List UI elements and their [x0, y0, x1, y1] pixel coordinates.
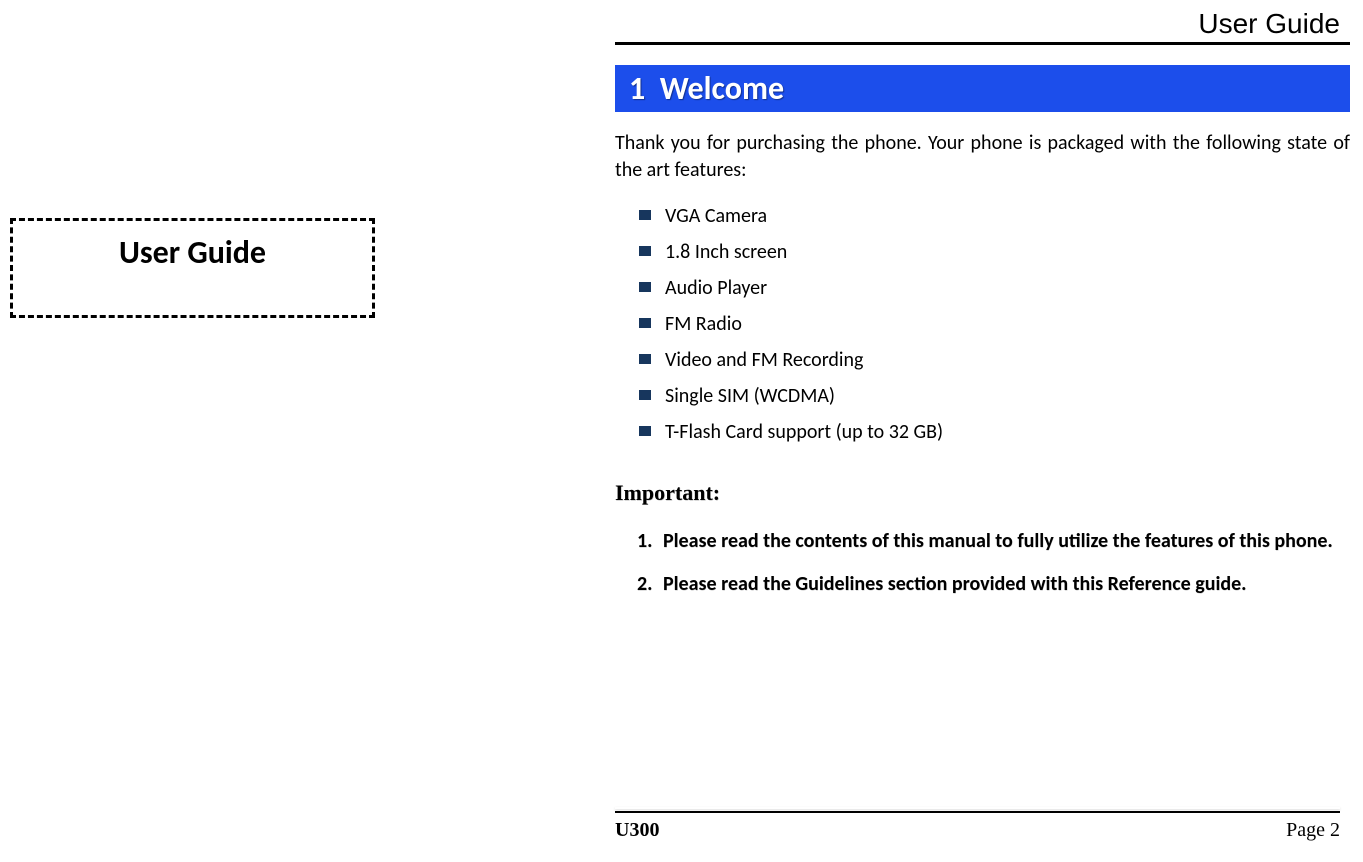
- list-item: T-Flash Card support (up to 32 GB): [665, 414, 1350, 450]
- section-heading: 1 Welcome: [615, 65, 1350, 112]
- list-item: Video and FM Recording: [665, 342, 1350, 378]
- list-item: 2. Please read the Guidelines section pro…: [637, 563, 1350, 606]
- list-item: 1.8 Inch screen: [665, 234, 1350, 270]
- left-page: User Guide: [0, 0, 560, 862]
- list-item: Audio Player: [665, 270, 1350, 306]
- item-text: Please read the contents of this manual …: [663, 529, 1333, 553]
- item-number: 1.: [637, 528, 652, 555]
- footer-model: U300: [615, 819, 659, 842]
- list-item: FM Radio: [665, 306, 1350, 342]
- intro-paragraph: Thank you for purchasing the phone. Your…: [615, 130, 1350, 184]
- item-text: Please read the Guidelines section provi…: [663, 572, 1247, 596]
- list-item: 1. Please read the contents of this manua…: [637, 520, 1350, 563]
- section-title: Welcome: [660, 69, 784, 108]
- title-text: User Guide: [119, 233, 266, 272]
- page-footer: U300 Page 2: [615, 811, 1340, 842]
- list-item: VGA Camera: [665, 198, 1350, 234]
- item-number: 2.: [637, 571, 652, 598]
- list-item: Single SIM (WCDMA): [665, 378, 1350, 414]
- important-heading: Important:: [615, 480, 1350, 506]
- section-number: 1: [629, 69, 645, 108]
- title-box: User Guide: [10, 218, 375, 318]
- footer-page: Page 2: [1286, 819, 1340, 842]
- page-header: User Guide: [615, 0, 1350, 45]
- important-list: 1. Please read the contents of this manua…: [615, 520, 1350, 606]
- feature-list: VGA Camera 1.8 Inch screen Audio Player …: [615, 198, 1350, 450]
- right-page: User Guide 1 Welcome Thank you for purch…: [615, 0, 1350, 862]
